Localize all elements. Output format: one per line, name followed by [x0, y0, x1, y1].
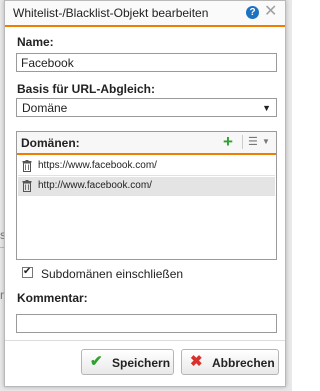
header-divider	[242, 135, 243, 149]
comment-field[interactable]	[16, 314, 277, 333]
question-mark-icon[interactable]: ?	[246, 6, 259, 19]
dialog-title: Whitelist-/Blacklist-Objekt bearbeiten	[13, 6, 209, 20]
close-icon[interactable]: ✕	[264, 3, 277, 21]
list-icon[interactable]: ☰	[248, 135, 258, 148]
chevron-down-icon[interactable]: ▼	[262, 137, 270, 146]
url-basis-select[interactable]: Domäne ▼	[16, 98, 277, 117]
cancel-label: Abbrechen	[212, 356, 275, 370]
cross-icon: ✖	[190, 353, 203, 370]
checkmark-icon: ✔	[23, 266, 32, 277]
name-label: Name:	[17, 35, 54, 49]
comment-label: Kommentar:	[17, 291, 88, 305]
domains-header: Domänen: + ☰ ▼	[17, 132, 276, 155]
save-button[interactable]: ✔ Speichern	[81, 349, 174, 375]
url-basis-value: Domäne	[22, 101, 68, 115]
dialog-titlebar[interactable]: Whitelist-/Blacklist-Objekt bearbeiten ?…	[5, 1, 285, 27]
domains-label: Domänen:	[21, 136, 80, 150]
url-basis-label: Basis für URL-Abgleich:	[17, 82, 156, 96]
domain-url: http://www.facebook.com/	[38, 180, 152, 191]
checkmark-icon: ✔	[90, 353, 103, 370]
edit-whitelist-dialog: Whitelist-/Blacklist-Objekt bearbeiten ?…	[4, 0, 286, 387]
name-field[interactable]	[16, 53, 277, 72]
cancel-button[interactable]: ✖ Abbrechen	[181, 349, 279, 375]
domain-row[interactable]: http://www.facebook.com/	[18, 177, 275, 196]
trash-icon[interactable]	[22, 160, 32, 172]
subdomains-checkbox[interactable]: ✔	[22, 266, 33, 278]
domain-row[interactable]: https://www.facebook.com/	[18, 157, 275, 176]
plus-icon[interactable]: +	[223, 133, 233, 151]
footer-divider	[5, 340, 285, 341]
trash-icon[interactable]	[22, 180, 32, 192]
save-label: Speichern	[112, 356, 171, 370]
dropdown-arrow-icon: ▼	[262, 103, 271, 113]
domain-url: https://www.facebook.com/	[38, 160, 157, 171]
domains-panel: Domänen: + ☰ ▼ https://www.facebook.com/	[16, 131, 277, 260]
subdomains-label[interactable]: Subdomänen einschließen	[41, 267, 183, 281]
